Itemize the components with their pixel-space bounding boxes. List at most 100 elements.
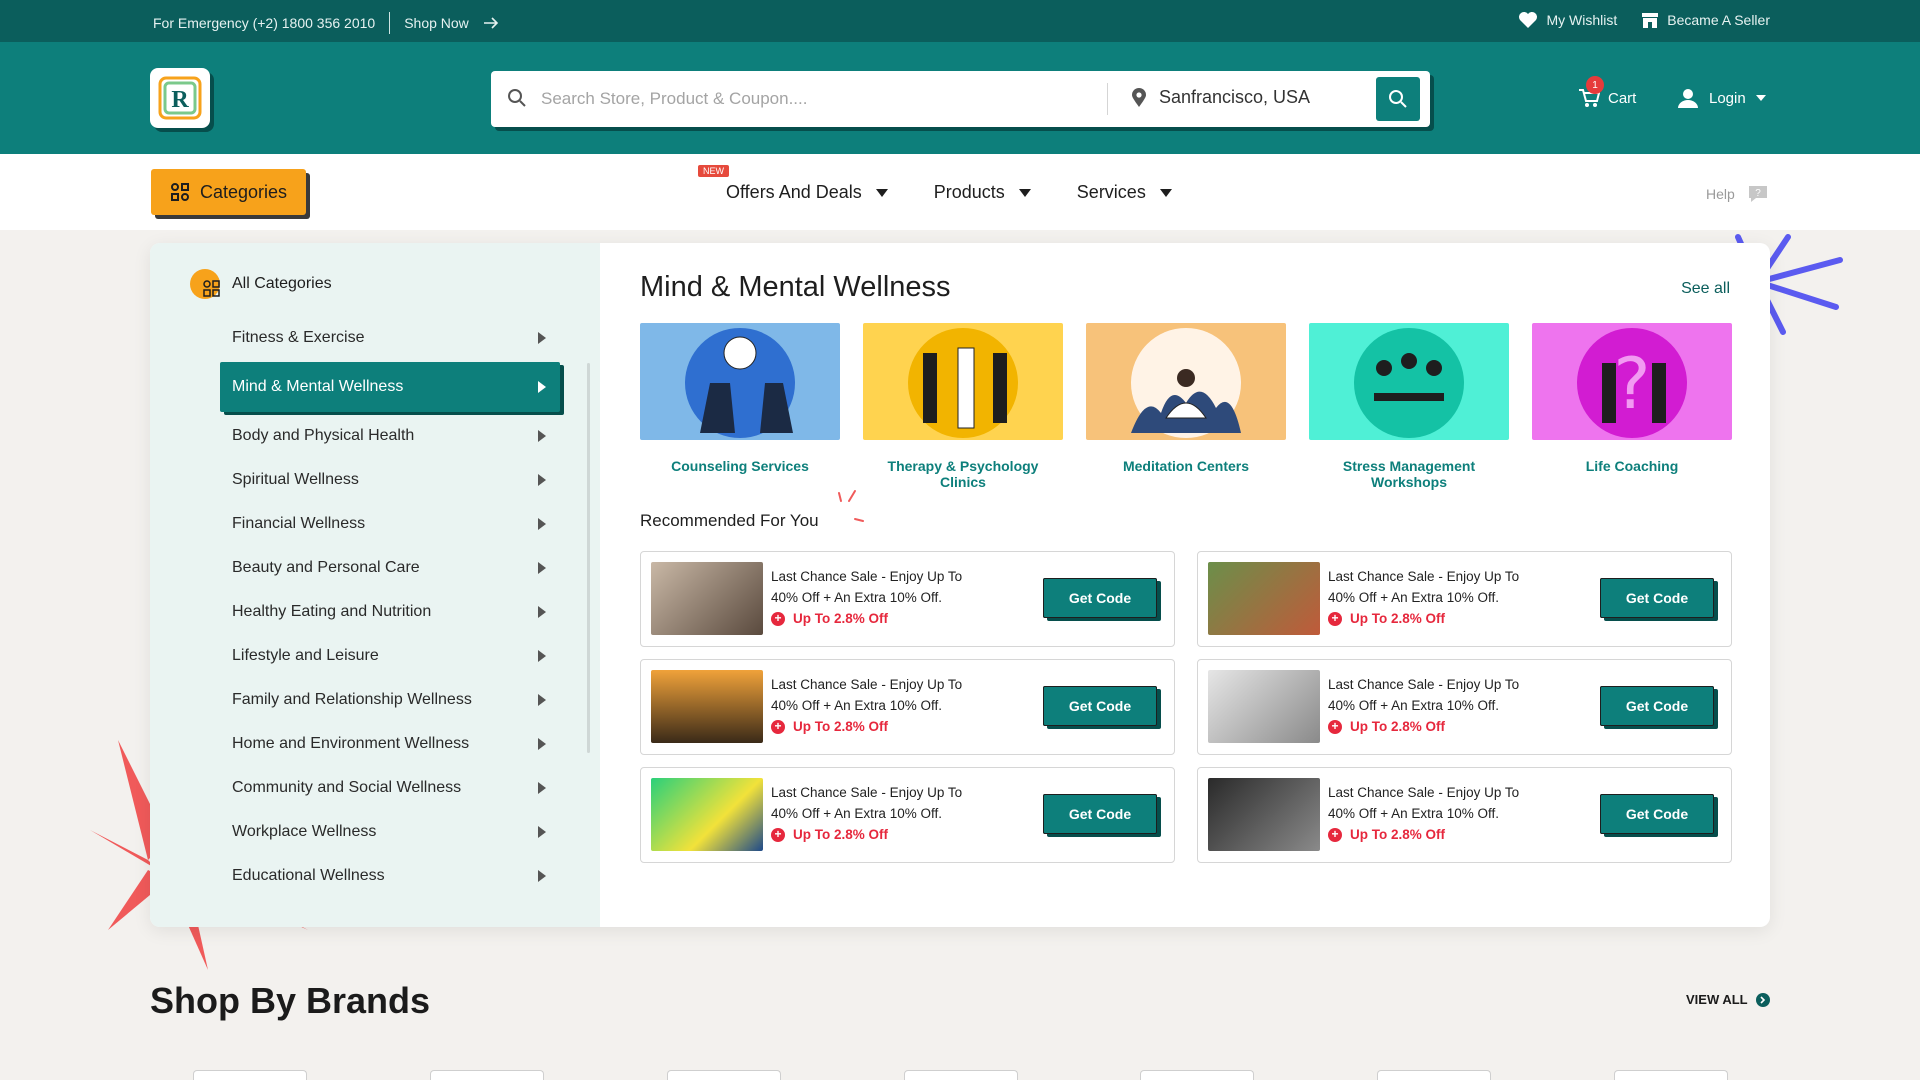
sidebar-category-label: Community and Social Wellness	[232, 779, 462, 796]
help-link[interactable]: Help ?	[1706, 184, 1769, 204]
subcategory-label: Stress Management Workshops	[1342, 458, 1476, 490]
deal-discount-label: Up To 2.8% Off	[793, 827, 889, 842]
recommended-label: Recommended For You	[640, 511, 819, 530]
sidebar-category-item[interactable]: Educational Wellness	[220, 854, 560, 898]
nav-link-label: Products	[933, 182, 1005, 202]
divider	[389, 12, 391, 34]
get-code-button[interactable]: Get Code	[1043, 686, 1157, 726]
login-label: Login	[1709, 89, 1746, 107]
subcategory-card[interactable]: Stress Management Workshops	[1309, 323, 1509, 490]
caret-right-icon	[538, 474, 546, 486]
deal-grid: Last Chance Sale - Enjoy Up To 40% Off + …	[640, 551, 1732, 863]
login-button[interactable]: Login	[1677, 87, 1766, 109]
brand-card[interactable]	[1377, 1070, 1491, 1080]
get-code-button[interactable]: Get Code	[1600, 794, 1714, 834]
nav-services[interactable]: Services	[1077, 182, 1172, 203]
deal-discount-label: Up To 2.8% Off	[793, 719, 889, 734]
sidebar-category-item[interactable]: Home and Environment Wellness	[220, 722, 560, 766]
get-code-button[interactable]: Get Code	[1600, 578, 1714, 618]
sidebar-category-item[interactable]: Body and Physical Health	[220, 414, 560, 458]
deal-discount: + Up To 2.8% Off	[771, 716, 1001, 737]
search-bar: Sanfrancisco, USA	[491, 71, 1430, 127]
plus-circle-icon: +	[771, 719, 785, 734]
arrow-right-icon[interactable]	[483, 17, 499, 29]
deal-discount: + Up To 2.8% Off	[771, 608, 1001, 629]
deal-line-2: 40% Off + An Extra 10% Off.	[1328, 698, 1499, 713]
plus-circle-icon: +	[1328, 719, 1342, 734]
sidebar-category-item[interactable]: Beauty and Personal Care	[220, 546, 560, 590]
seller-label: Became A Seller	[1667, 12, 1770, 28]
sidebar-scrollbar[interactable]	[587, 363, 590, 753]
category-list: Fitness & Exercise Mind & Mental Wellness…	[220, 316, 560, 898]
sidebar-category-label: Spiritual Wellness	[232, 471, 359, 488]
view-all-brands-link[interactable]: VIEW ALL	[1686, 992, 1770, 1007]
all-categories-heading[interactable]: All Categories	[190, 269, 332, 299]
header: R Sanfrancisco, USA 1 Cart Login	[0, 42, 1920, 154]
caret-down-icon	[875, 188, 888, 197]
sidebar-category-item[interactable]: Community and Social Wellness	[220, 766, 560, 810]
emergency-contact[interactable]: For Emergency (+2) 1800 356 2010	[153, 15, 375, 31]
sidebar-category-item[interactable]: Mind & Mental Wellness	[220, 362, 560, 412]
deal-line-1: Last Chance Sale - Enjoy Up To	[1328, 785, 1520, 800]
deal-discount-label: Up To 2.8% Off	[1350, 611, 1446, 626]
get-code-button[interactable]: Get Code	[1043, 794, 1157, 834]
sidebar-category-label: Beauty and Personal Care	[232, 559, 420, 576]
subcategory-label: Life Coaching	[1585, 458, 1679, 474]
brand-card[interactable]	[1614, 1070, 1728, 1080]
get-code-button[interactable]: Get Code	[1600, 686, 1714, 726]
location-selector[interactable]: Sanfrancisco, USA	[1131, 87, 1310, 108]
sidebar-category-item[interactable]: Financial Wellness	[220, 502, 560, 546]
caret-right-icon	[538, 562, 546, 574]
caret-right-icon	[538, 826, 546, 838]
logo[interactable]: R	[150, 68, 210, 128]
categories-button[interactable]: Categories	[151, 169, 306, 215]
cart-button[interactable]: 1 Cart	[1578, 76, 1637, 108]
sidebar-category-item[interactable]: Healthy Eating and Nutrition	[220, 590, 560, 634]
subcategory-card[interactable]: ? Life Coaching	[1532, 323, 1732, 490]
search-button[interactable]	[1376, 77, 1420, 121]
brand-card[interactable]	[1140, 1070, 1254, 1080]
caret-down-icon	[1159, 188, 1172, 197]
deal-line-2: 40% Off + An Extra 10% Off.	[771, 590, 942, 605]
sidebar-category-item[interactable]: Lifestyle and Leisure	[220, 634, 560, 678]
cart-count-badge: 1	[1586, 76, 1604, 94]
become-seller-link[interactable]: Became A Seller	[1641, 11, 1770, 29]
subcategory-label: Counseling Services	[671, 458, 809, 474]
see-all-link[interactable]: See all	[1681, 280, 1730, 298]
deal-photo	[1208, 562, 1320, 635]
deal-photo	[1208, 670, 1320, 743]
deal-text: Last Chance Sale - Enjoy Up To 40% Off + …	[771, 566, 1001, 629]
category-title: Mind & Mental Wellness	[640, 271, 951, 303]
search-icon	[1389, 90, 1407, 108]
brand-card[interactable]	[667, 1070, 781, 1080]
sidebar-category-item[interactable]: Family and Relationship Wellness	[220, 678, 560, 722]
subcategory-card[interactable]: Counseling Services	[640, 323, 840, 490]
search-input[interactable]	[541, 85, 1081, 113]
sidebar-category-item[interactable]: Fitness & Exercise	[220, 316, 560, 360]
brand-card[interactable]	[430, 1070, 544, 1080]
caret-right-icon	[538, 650, 546, 662]
arrow-circle-right-icon	[1755, 992, 1770, 1007]
shop-now-link[interactable]: Shop Now	[404, 15, 469, 31]
chevron-down-icon	[1755, 95, 1766, 101]
subcategory-label: Therapy & Psychology Clinics	[887, 458, 1039, 490]
nav-products[interactable]: Products	[934, 182, 1031, 203]
therapy-illustration	[863, 323, 1063, 440]
brand-card[interactable]	[193, 1070, 307, 1080]
get-code-button[interactable]: Get Code	[1043, 578, 1157, 618]
deal-photo	[651, 670, 763, 743]
deal-line-1: Last Chance Sale - Enjoy Up To	[1328, 677, 1520, 692]
nav-link-label: Offers And Deals	[726, 182, 862, 202]
wishlist-link[interactable]: My Wishlist	[1518, 11, 1617, 29]
caret-right-icon	[538, 782, 546, 794]
caret-down-icon	[1018, 188, 1031, 197]
deal-card: Last Chance Sale - Enjoy Up To 40% Off + …	[640, 767, 1175, 863]
brand-card[interactable]	[904, 1070, 1018, 1080]
sidebar-category-item[interactable]: Workplace Wellness	[220, 810, 560, 854]
sidebar-category-item[interactable]: Spiritual Wellness	[220, 458, 560, 502]
caret-right-icon	[538, 694, 546, 706]
subcategory-card[interactable]: Meditation Centers	[1086, 323, 1286, 490]
subcategory-card[interactable]: Therapy & Psychology Clinics	[863, 323, 1063, 490]
cart-label: Cart	[1608, 89, 1637, 107]
nav-offers-and-deals[interactable]: NEW Offers And Deals	[698, 165, 888, 203]
